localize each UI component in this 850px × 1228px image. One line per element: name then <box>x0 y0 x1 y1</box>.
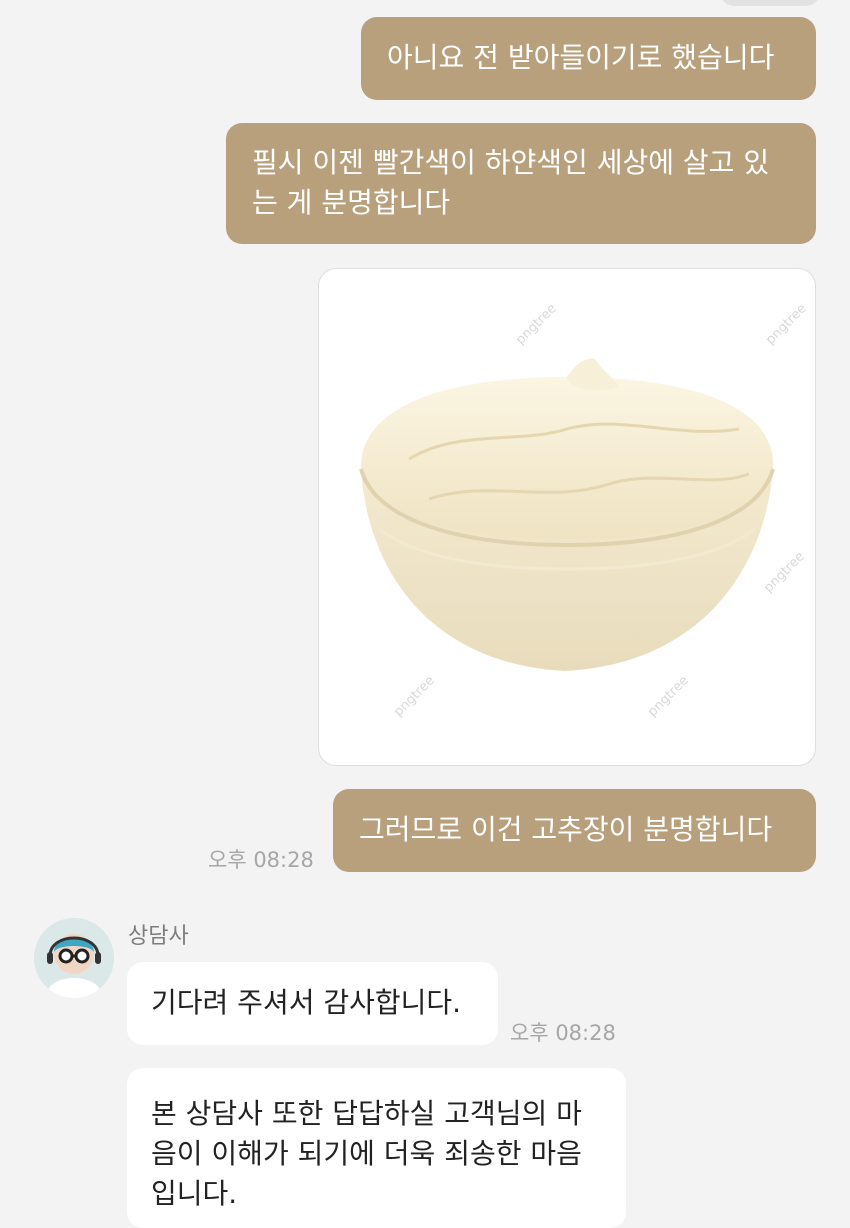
message-text-line-3: 입니다. <box>151 1177 238 1210</box>
chat-view: 아니요 전 받아들이기로 했습니다 필시 이젠 빨간색이 하얀색인 세상에 살고… <box>0 0 850 1228</box>
outgoing-message-3[interactable]: 그러므로 이건 고추장이 분명합니다 <box>333 789 816 872</box>
outgoing-message-2[interactable]: 필시 이젠 빨간색이 하얀색인 세상에 살고 있 는 게 분명합니다 <box>226 123 816 244</box>
message-text: 기다려 주셔서 감사합니다. <box>151 986 462 1019</box>
previous-message-edge <box>720 0 820 6</box>
agent-avatar-icon[interactable] <box>34 918 114 998</box>
cream-bowl-image <box>359 358 775 671</box>
message-text-line-2: 는 게 분명합니다 <box>252 186 451 219</box>
message-text-line-2: 음이 이해가 되기에 더욱 죄송한 마음 <box>151 1137 582 1170</box>
message-timestamp: 오후 08:28 <box>510 1021 616 1045</box>
message-text-line-1: 본 상담사 또한 답답하실 고객님의 마 <box>151 1097 582 1130</box>
outgoing-message-1[interactable]: 아니요 전 받아들이기로 했습니다 <box>361 17 816 100</box>
agent-name: 상담사 <box>128 924 189 949</box>
message-text-line-1: 필시 이젠 빨간색이 하얀색인 세상에 살고 있 <box>252 146 770 179</box>
message-timestamp: 오후 08:28 <box>208 848 314 872</box>
agent-avatar-graphic <box>34 918 114 998</box>
incoming-message-2[interactable]: 본 상담사 또한 답답하실 고객님의 마 음이 이해가 되기에 더욱 죄송한 마… <box>127 1068 626 1228</box>
message-text: 그러므로 이건 고추장이 분명합니다 <box>359 813 773 846</box>
incoming-message-1[interactable]: 기다려 주셔서 감사합니다. <box>127 962 498 1045</box>
image-message[interactable]: pngtree pngtree pngtree pngtree pngtree … <box>318 268 816 766</box>
message-text: 아니요 전 받아들이기로 했습니다 <box>387 41 775 74</box>
